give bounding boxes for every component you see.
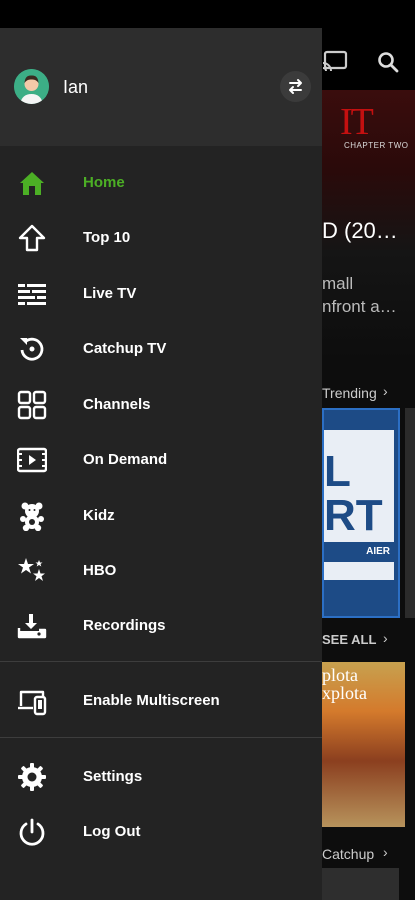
menu-item-label: Channels [83, 396, 151, 413]
menu-item-label: Home [83, 174, 125, 191]
download-icon [17, 614, 47, 639]
drawer-header: Ian [0, 28, 322, 146]
menu-item-live-tv[interactable]: Live TV [0, 266, 322, 320]
row-title-catchup[interactable]: Catchup [322, 846, 374, 862]
search-icon[interactable] [376, 50, 400, 74]
menu-item-label: HBO [83, 562, 117, 579]
user-name: Ian [63, 77, 89, 97]
menu-item-label: Top 10 [83, 229, 131, 246]
menu-item-catchup-tv[interactable]: Catchup TV [0, 321, 322, 375]
menu-item-settings[interactable]: Settings [0, 749, 322, 803]
divider [0, 737, 322, 738]
live-tv-icon [18, 284, 46, 305]
teddy-bear-icon [20, 502, 44, 531]
menu-item-kidz[interactable]: Kidz [0, 488, 322, 542]
menu-item-channels[interactable]: Channels [0, 377, 322, 431]
chevron-right-icon[interactable]: › [383, 630, 388, 646]
menu-item-label: Enable Multiscreen [83, 692, 220, 709]
user-avatar-icon [14, 69, 49, 104]
menu-item-label: Kidz [83, 507, 115, 524]
cast-icon[interactable] [322, 50, 348, 72]
arrow-up-icon [18, 224, 46, 252]
multiscreen-icon [18, 690, 47, 716]
hero-logo: IT [340, 101, 374, 143]
menu-item-log-out[interactable]: Log Out [0, 804, 322, 858]
hero-desc-line: mall [322, 274, 354, 293]
menu-item-label: Settings [83, 768, 143, 785]
content-thumbnail[interactable] [322, 868, 399, 900]
thumbnail-caption: AIER [324, 542, 394, 562]
menu-item-label: Catchup TV [83, 340, 167, 357]
content-thumbnail[interactable]: plota xplota [322, 662, 405, 827]
navigation-drawer: Ian Home Top 10 Live TV Catchup TV Chann… [0, 28, 322, 900]
power-icon [19, 818, 45, 846]
home-icon [20, 172, 44, 195]
see-all-link[interactable]: SEE ALL [322, 632, 376, 647]
menu-item-on-demand[interactable]: On Demand [0, 432, 322, 486]
swap-icon [289, 79, 302, 94]
content-thumbnail[interactable]: L RT AIER [322, 408, 400, 618]
hero-subtitle: CHAPTER TWO [344, 141, 409, 150]
chevron-right-icon[interactable]: › [383, 844, 388, 860]
chevron-right-icon[interactable]: › [383, 383, 388, 399]
menu-item-top-10[interactable]: Top 10 [0, 210, 322, 264]
stars-icon [18, 558, 45, 581]
hero-description: mall nfront a… [322, 272, 397, 318]
thumbnail-text: plota xplota [322, 665, 367, 703]
hero-desc-line: nfront a… [322, 297, 397, 316]
grid-icon [17, 390, 47, 420]
replay-icon [20, 337, 44, 361]
content-thumbnail[interactable] [405, 408, 415, 618]
thumbnail-text: L RT [324, 447, 383, 540]
menu-item-recordings[interactable]: Recordings [0, 598, 322, 652]
menu-item-enable-multiscreen[interactable]: Enable Multiscreen [0, 673, 322, 727]
hero-title: D (20… [322, 218, 398, 243]
row-title-trending[interactable]: Trending [322, 385, 377, 401]
menu-item-label: Log Out [83, 823, 141, 840]
video-icon [17, 447, 47, 473]
switch-profile-button[interactable] [280, 71, 311, 102]
divider [0, 661, 322, 662]
menu-item-hbo[interactable]: HBO [0, 543, 322, 597]
menu-item-label: Live TV [83, 285, 137, 302]
avatar[interactable] [14, 69, 49, 104]
menu-item-home[interactable]: Home [0, 155, 322, 209]
gear-icon [18, 763, 46, 791]
menu-item-label: Recordings [83, 617, 166, 634]
menu-item-label: On Demand [83, 451, 168, 468]
